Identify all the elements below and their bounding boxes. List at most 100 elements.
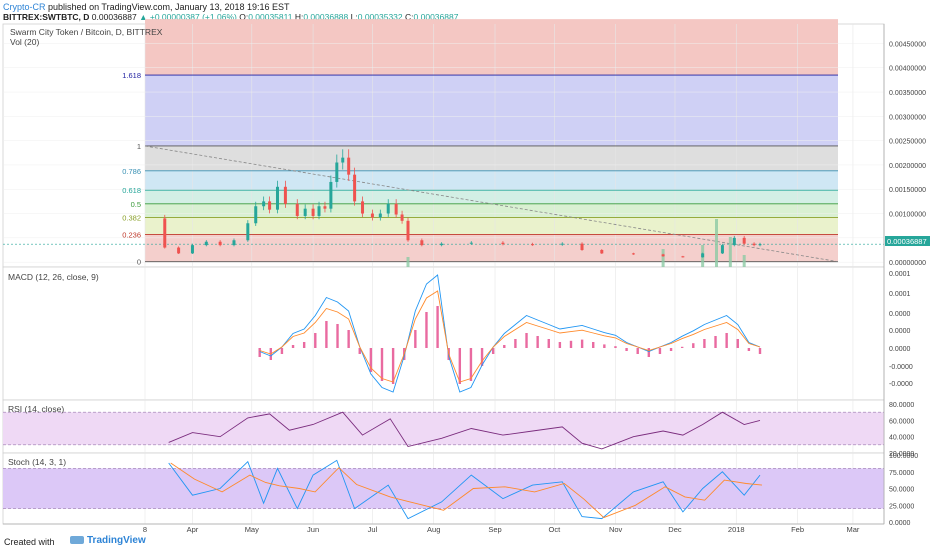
candle-body xyxy=(204,241,208,246)
macd-histogram-bar xyxy=(425,312,428,348)
macd-histogram-bar xyxy=(736,339,739,348)
macd-tick-label: 0.0000 xyxy=(889,328,911,335)
time-tick-label: Feb xyxy=(791,525,804,534)
candle-body xyxy=(752,243,756,246)
macd-histogram-bar xyxy=(325,321,328,348)
candle-body xyxy=(246,223,250,241)
macd-histogram-bar xyxy=(414,330,417,348)
macd-histogram-bar xyxy=(580,339,584,348)
macd-histogram-bar xyxy=(680,346,684,348)
macd-histogram-bar xyxy=(725,333,728,348)
stoch-label: Stoch (14, 3, 1) xyxy=(8,457,66,467)
macd-histogram-bar xyxy=(569,340,573,348)
rsi-tick-label: 80.0000 xyxy=(889,402,914,409)
candle-body xyxy=(386,203,390,214)
fib-level-label: 0.618 xyxy=(122,186,141,195)
price-tick-label: 0.00350000 xyxy=(889,90,926,97)
macd-histogram-bar xyxy=(314,333,317,348)
rsi-label: RSI (14, close) xyxy=(8,404,64,414)
macd-histogram-bar xyxy=(669,348,673,351)
candle-body xyxy=(177,247,181,254)
rsi-tick-label: 40.0000 xyxy=(889,435,914,442)
fib-band xyxy=(145,145,838,171)
candle-body xyxy=(283,186,287,204)
candle-body xyxy=(406,220,410,241)
chart-canvas[interactable]: 1.618 1 0.786 0.618 0.5 0.382 0.236 0 8 Apr May Ju… xyxy=(0,0,932,550)
fib-level-label: 1.618 xyxy=(122,71,141,80)
candle-body xyxy=(531,244,535,246)
stoch-tick-label: 75.0000 xyxy=(889,470,914,477)
macd-histogram-bar xyxy=(536,336,539,348)
fib-band xyxy=(145,170,838,191)
macd-tick-label: -0.0000 xyxy=(889,381,913,388)
candle-body xyxy=(268,201,272,210)
macd-histogram-bar xyxy=(302,342,306,348)
candle-body xyxy=(361,201,365,214)
macd-histogram-bar xyxy=(258,348,261,357)
volume-bar xyxy=(406,257,410,267)
tradingview-logo-icon xyxy=(70,536,84,545)
candle-body xyxy=(335,162,339,182)
last-price-tag-text: 0.00036887 xyxy=(887,237,927,246)
candle-body xyxy=(353,174,357,202)
time-tick-label: 2018 xyxy=(728,525,745,534)
macd-histogram-bar xyxy=(458,348,462,384)
price-tick-label: 0.00250000 xyxy=(889,139,926,146)
main-pane-title: Swarm City Token / Bitcoin, D, BITTREX xyxy=(10,27,163,37)
volume-bar xyxy=(728,237,732,267)
candle-body xyxy=(394,203,398,215)
candle-body xyxy=(295,203,299,216)
candle-body xyxy=(341,157,345,163)
macd-histogram-bar xyxy=(692,343,695,348)
macd-histogram-bar xyxy=(436,306,439,348)
candle-body xyxy=(631,253,635,255)
stoch-band xyxy=(3,468,884,509)
macd-histogram-bar xyxy=(380,348,384,381)
candle-body xyxy=(732,237,736,246)
candle-body xyxy=(560,243,564,245)
candle-body xyxy=(323,206,327,209)
fib-level-label: 1 xyxy=(137,142,141,151)
fib-band xyxy=(145,19,838,76)
macd-histogram-bar xyxy=(647,348,651,357)
macd-histogram-bar xyxy=(514,339,517,348)
time-tick-label: Apr xyxy=(187,525,199,534)
candle-body xyxy=(232,240,236,246)
volume-bar xyxy=(661,249,665,267)
price-tick-label: 0.00300000 xyxy=(889,114,926,121)
time-tick-label: May xyxy=(245,525,259,534)
macd-histogram-bar xyxy=(469,348,473,381)
macd-histogram-bar xyxy=(636,348,639,354)
macd-histogram-bar xyxy=(291,345,295,348)
macd-histogram-bar xyxy=(614,346,617,348)
price-tick-label: 0.00150000 xyxy=(889,187,926,194)
macd-histogram-bar xyxy=(703,339,706,348)
time-tick-label: Oct xyxy=(549,525,562,534)
macd-histogram-bar xyxy=(525,333,528,348)
time-tick-label: Dec xyxy=(668,525,682,534)
candle-body xyxy=(420,240,424,246)
price-tick-label: 0.00450000 xyxy=(889,41,926,48)
macd-tick-label: -0.0000 xyxy=(889,364,913,371)
macd-histogram-bar xyxy=(391,348,395,384)
volume-label: Vol (20) xyxy=(10,37,39,47)
macd-label: MACD (12, 26, close, 9) xyxy=(8,272,99,282)
macd-histogram-bar xyxy=(547,339,550,348)
macd-tick-label: 0.0001 xyxy=(889,271,911,278)
fib-level-label: 0 xyxy=(137,258,141,267)
fib-band xyxy=(145,190,838,204)
candle-body xyxy=(303,208,307,216)
candle-body xyxy=(163,218,167,248)
macd-histogram-bar xyxy=(336,324,339,348)
macd-pane[interactable] xyxy=(2,266,885,401)
time-tick-label: Aug xyxy=(427,525,440,534)
candle-body xyxy=(311,208,315,216)
fib-level-label: 0.236 xyxy=(122,230,141,239)
candle-body xyxy=(262,201,266,207)
tradingview-brand[interactable]: TradingView xyxy=(70,535,146,546)
rsi-tick-label: 60.0000 xyxy=(889,418,914,425)
macd-tick-label: 0.0001 xyxy=(889,291,911,298)
candle-body xyxy=(469,242,473,244)
time-tick-label: Nov xyxy=(609,525,623,534)
stoch-tick-label: 0.0000 xyxy=(889,520,911,527)
